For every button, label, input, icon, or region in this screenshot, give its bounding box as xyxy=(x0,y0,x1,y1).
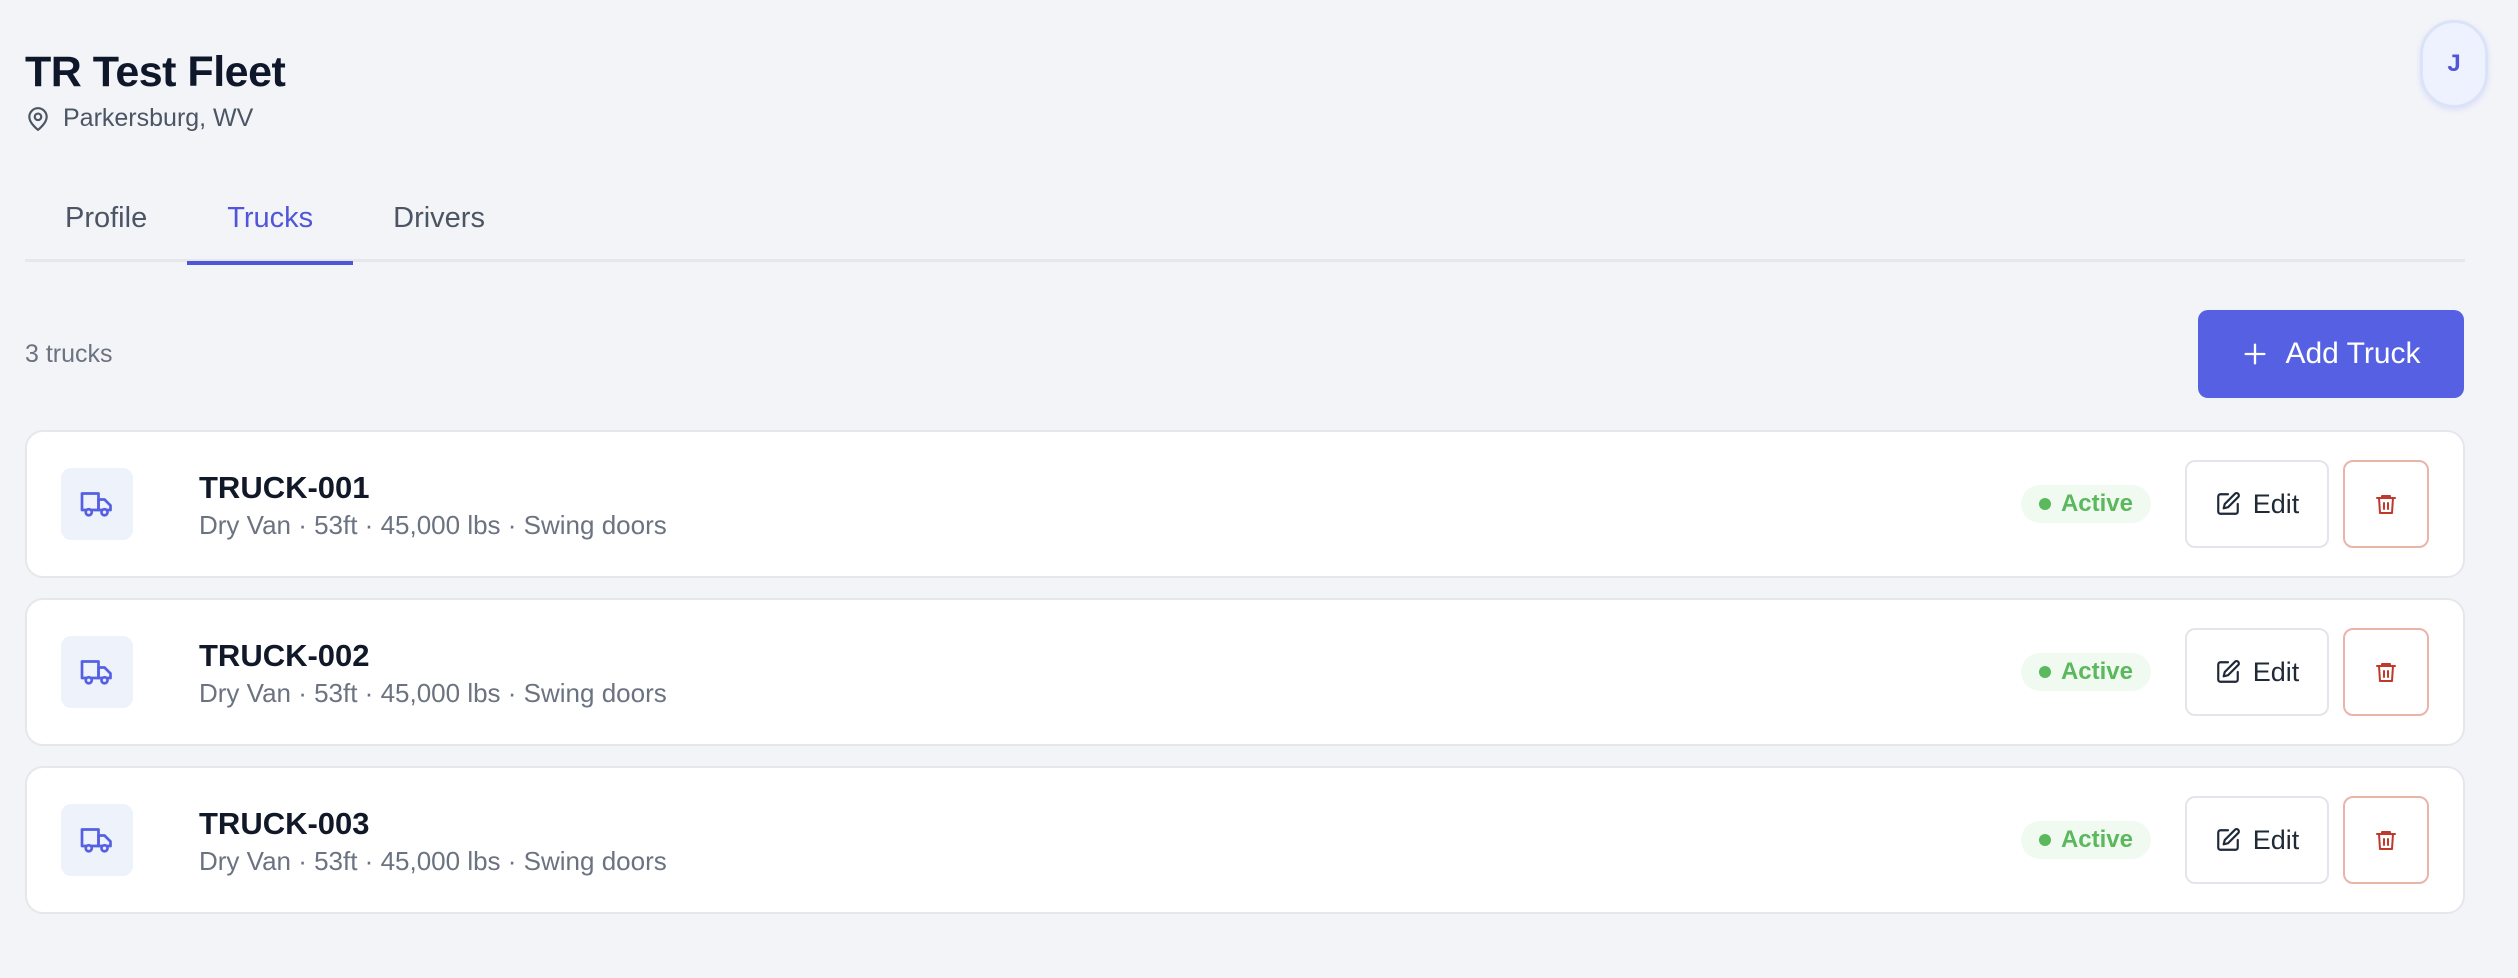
edit-label: Edit xyxy=(2252,488,2300,519)
status-badge: Active xyxy=(2020,485,2151,523)
truck-icon xyxy=(80,492,112,517)
plus-icon xyxy=(2244,343,2266,365)
truck-list: TRUCK-001 Dry Van · 53ft · 45,000 lbs · … xyxy=(25,430,2465,934)
truck-info: TRUCK-003 Dry Van · 53ft · 45,000 lbs · … xyxy=(199,804,2021,877)
truck-card: TRUCK-001 Dry Van · 53ft · 45,000 lbs · … xyxy=(25,430,2465,578)
truck-name: TRUCK-003 xyxy=(199,805,370,841)
truck-icon xyxy=(80,660,112,685)
trash-icon xyxy=(2376,663,2396,682)
edit-button[interactable]: Edit xyxy=(2185,628,2329,716)
truck-card: TRUCK-003 Dry Van · 53ft · 45,000 lbs · … xyxy=(25,766,2465,914)
delete-button[interactable] xyxy=(2343,796,2429,884)
truck-info: TRUCK-002 Dry Van · 53ft · 45,000 lbs · … xyxy=(199,636,2021,709)
tab-drivers[interactable]: Drivers xyxy=(353,180,525,262)
location: Parkersburg, WV xyxy=(25,104,285,133)
truck-icon-tile xyxy=(61,468,133,540)
status-dot-icon xyxy=(2038,666,2051,678)
edit-button[interactable]: Edit xyxy=(2185,796,2329,884)
tab-trucks[interactable]: Trucks xyxy=(187,180,354,265)
tab-bar: Profile Trucks Drivers xyxy=(25,180,2465,265)
location-text: Parkersburg, WV xyxy=(63,104,254,132)
delete-button[interactable] xyxy=(2343,628,2429,716)
truck-icon-tile xyxy=(61,804,133,876)
edit-icon xyxy=(2216,660,2240,683)
status-badge: Active xyxy=(2020,821,2151,859)
page-title: TR Test Fleet xyxy=(25,48,286,96)
trash-icon xyxy=(2376,495,2396,514)
truck-name: TRUCK-002 xyxy=(199,637,370,673)
status-dot-icon xyxy=(2038,834,2051,846)
truck-icon xyxy=(80,828,112,853)
status-dot-icon xyxy=(2038,498,2051,510)
status-badge: Active xyxy=(2020,653,2151,691)
edit-label: Edit xyxy=(2252,656,2300,687)
status-text: Active xyxy=(2060,490,2133,517)
truck-count: 3 trucks xyxy=(25,340,113,368)
status-text: Active xyxy=(2060,826,2133,853)
truck-description: Dry Van · 53ft · 45,000 lbs · Swing door… xyxy=(199,845,667,876)
page-header: TR Test Fleet Parkersburg, WV xyxy=(25,44,286,133)
truck-name: TRUCK-001 xyxy=(199,469,370,505)
truck-description: Dry Van · 53ft · 45,000 lbs · Swing door… xyxy=(199,509,667,540)
edit-label: Edit xyxy=(2252,824,2300,855)
truck-card: TRUCK-002 Dry Van · 53ft · 45,000 lbs · … xyxy=(25,598,2465,746)
trash-icon xyxy=(2376,831,2396,850)
edit-icon xyxy=(2216,828,2240,851)
delete-button[interactable] xyxy=(2343,460,2429,548)
truck-description: Dry Van · 53ft · 45,000 lbs · Swing door… xyxy=(199,677,667,708)
edit-button[interactable]: Edit xyxy=(2185,460,2329,548)
fleet-page: TR Test Fleet Parkersburg, WV J Profile … xyxy=(0,0,2518,978)
edit-icon xyxy=(2216,492,2240,515)
truck-info: TRUCK-001 Dry Van · 53ft · 45,000 lbs · … xyxy=(199,468,2021,541)
tab-profile[interactable]: Profile xyxy=(25,180,187,262)
status-text: Active xyxy=(2060,658,2133,685)
truck-icon-tile xyxy=(61,636,133,708)
add-truck-button[interactable]: Add Truck xyxy=(2198,310,2464,398)
user-avatar[interactable]: J xyxy=(2420,20,2488,108)
add-truck-label: Add Truck xyxy=(2285,337,2421,370)
map-pin-icon xyxy=(28,106,48,131)
